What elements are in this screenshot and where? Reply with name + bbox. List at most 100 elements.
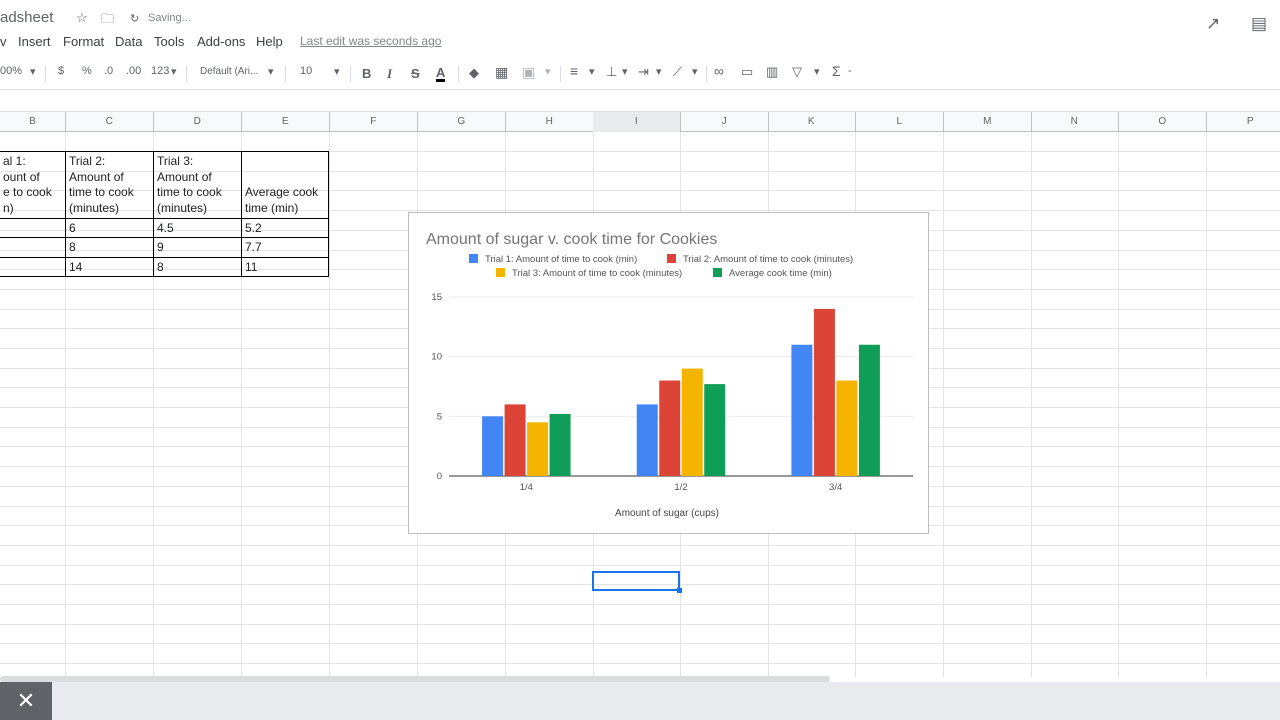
- horizontal-align-icon[interactable]: ≡: [570, 63, 578, 79]
- fill-handle[interactable]: [677, 588, 682, 593]
- functions-dropdown-icon[interactable]: -: [848, 65, 852, 77]
- y-tick-label: 5: [437, 411, 442, 422]
- zoom-select[interactable]: 00%: [0, 65, 22, 77]
- header-trial-3[interactable]: Trial 3: Amount of time to cook (minutes…: [154, 152, 241, 217]
- menu-addons[interactable]: Add-ons: [197, 34, 245, 49]
- insert-comment-icon[interactable]: ▭: [741, 64, 753, 80]
- column-header-n[interactable]: N: [1031, 112, 1119, 132]
- activity-trend-icon[interactable]: ↗: [1206, 14, 1220, 34]
- horizontal-align-dropdown-icon[interactable]: ▾: [589, 65, 595, 78]
- font-size-select[interactable]: 10: [300, 65, 312, 77]
- document-title[interactable]: adsheet: [0, 9, 53, 26]
- italic-button[interactable]: I: [387, 66, 392, 82]
- header-trial-2[interactable]: Trial 2: Amount of time to cook (minutes…: [66, 152, 153, 217]
- text-rotation-icon[interactable]: ⟋: [673, 64, 682, 80]
- menu-help[interactable]: Help: [256, 34, 283, 49]
- decrease-decimal-button[interactable]: .0: [104, 65, 113, 77]
- chart[interactable]: Amount of sugar v. cook time for Cookies…: [408, 212, 929, 534]
- increase-decimal-button[interactable]: .00: [126, 65, 141, 77]
- cell-e3[interactable]: 5.2: [242, 219, 329, 238]
- grid-line: [0, 565, 1280, 566]
- cell-b4[interactable]: [0, 238, 65, 257]
- column-header-g[interactable]: G: [418, 112, 506, 132]
- merge-cells-icon[interactable]: ▣: [522, 64, 535, 81]
- font-size-dropdown-icon[interactable]: ▾: [334, 65, 340, 78]
- text-rotation-dropdown-icon[interactable]: ▾: [692, 65, 698, 78]
- number-format-button[interactable]: 123: [151, 65, 169, 77]
- grid-line: [1118, 132, 1119, 677]
- cell-e5[interactable]: 11: [242, 258, 329, 277]
- header-average[interactable]: Average cook time (min): [242, 152, 329, 217]
- text-color-button[interactable]: A: [436, 66, 446, 82]
- column-header-c[interactable]: C: [66, 112, 154, 132]
- text-wrap-dropdown-icon[interactable]: ▾: [656, 65, 662, 78]
- grid-line: [943, 132, 944, 677]
- header-trial-1[interactable]: al 1: ount of e to cook n): [0, 152, 65, 217]
- bold-button[interactable]: B: [362, 66, 371, 81]
- column-header-d[interactable]: D: [154, 112, 242, 132]
- legend-swatch: [713, 268, 722, 277]
- selected-cell[interactable]: [592, 571, 680, 591]
- table-border: [0, 257, 329, 258]
- cell-e4[interactable]: 7.7: [242, 238, 329, 257]
- insert-chart-icon[interactable]: ▥: [766, 64, 778, 80]
- cell-c5[interactable]: 14: [66, 258, 153, 277]
- number-format-dropdown-icon[interactable]: ▾: [171, 65, 177, 78]
- percent-button[interactable]: %: [82, 65, 92, 77]
- column-header-i[interactable]: I: [593, 112, 681, 132]
- cell-c4[interactable]: 8: [66, 238, 153, 257]
- star-icon[interactable]: ☆: [76, 10, 88, 26]
- font-dropdown-icon[interactable]: ▾: [268, 65, 274, 78]
- insert-link-icon[interactable]: ∞: [714, 63, 724, 79]
- column-header-e[interactable]: E: [242, 112, 330, 132]
- formula-bar[interactable]: [0, 90, 1280, 112]
- strikethrough-button[interactable]: S: [411, 66, 420, 81]
- sync-icon: ↻: [130, 13, 140, 25]
- functions-button[interactable]: Σ: [832, 63, 841, 79]
- zoom-dropdown-icon[interactable]: ▾: [30, 65, 36, 78]
- y-tick-label: 10: [431, 352, 442, 363]
- grid-line: [0, 545, 1280, 546]
- table-border: [0, 151, 329, 152]
- borders-icon[interactable]: ▦: [495, 64, 508, 81]
- menu-data[interactable]: Data: [115, 34, 142, 49]
- close-button[interactable]: ✕: [0, 682, 52, 720]
- bar: [813, 308, 835, 476]
- cell-c3[interactable]: 6: [66, 219, 153, 238]
- column-header-k[interactable]: K: [768, 112, 856, 132]
- column-header-l[interactable]: L: [856, 112, 944, 132]
- filter-icon[interactable]: ▽: [792, 64, 802, 80]
- grid-line: [329, 132, 330, 677]
- menu-insert[interactable]: Insert: [18, 34, 51, 49]
- text-wrap-icon[interactable]: ⇥: [638, 64, 649, 80]
- merge-dropdown-icon[interactable]: ▾: [545, 65, 551, 78]
- column-header-f[interactable]: F: [330, 112, 418, 132]
- move-folder-icon[interactable]: 🗀: [101, 10, 114, 32]
- vertical-align-dropdown-icon[interactable]: ▾: [622, 65, 628, 78]
- column-header-o[interactable]: O: [1119, 112, 1207, 132]
- column-header-h[interactable]: H: [506, 112, 594, 132]
- menu-format[interactable]: Format: [63, 34, 104, 49]
- filter-dropdown-icon[interactable]: ▾: [814, 65, 820, 78]
- cell-b5[interactable]: [0, 258, 65, 277]
- toolbar-divider: [285, 66, 286, 82]
- grid-line: [0, 663, 1280, 664]
- font-select[interactable]: Default (Ari...: [200, 66, 258, 77]
- cell-b3[interactable]: [0, 219, 65, 238]
- menu-tools[interactable]: Tools: [154, 34, 184, 49]
- column-header-m[interactable]: M: [944, 112, 1032, 132]
- vertical-align-icon[interactable]: ⊥: [606, 64, 617, 80]
- toolbar-divider: [350, 66, 351, 82]
- cell-d3[interactable]: 4.5: [154, 219, 241, 238]
- currency-button[interactable]: $: [58, 65, 64, 77]
- column-header-b[interactable]: B: [0, 112, 66, 132]
- menu-view[interactable]: v: [0, 34, 7, 49]
- fill-color-icon[interactable]: ◆: [469, 65, 479, 81]
- cell-d5[interactable]: 8: [154, 258, 241, 277]
- comments-icon[interactable]: ▤: [1251, 14, 1267, 34]
- column-header-j[interactable]: J: [681, 112, 769, 132]
- bar: [636, 404, 658, 476]
- cell-d4[interactable]: 9: [154, 238, 241, 257]
- column-header-p[interactable]: P: [1207, 112, 1280, 132]
- last-edit-link[interactable]: Last edit was seconds ago: [300, 34, 441, 48]
